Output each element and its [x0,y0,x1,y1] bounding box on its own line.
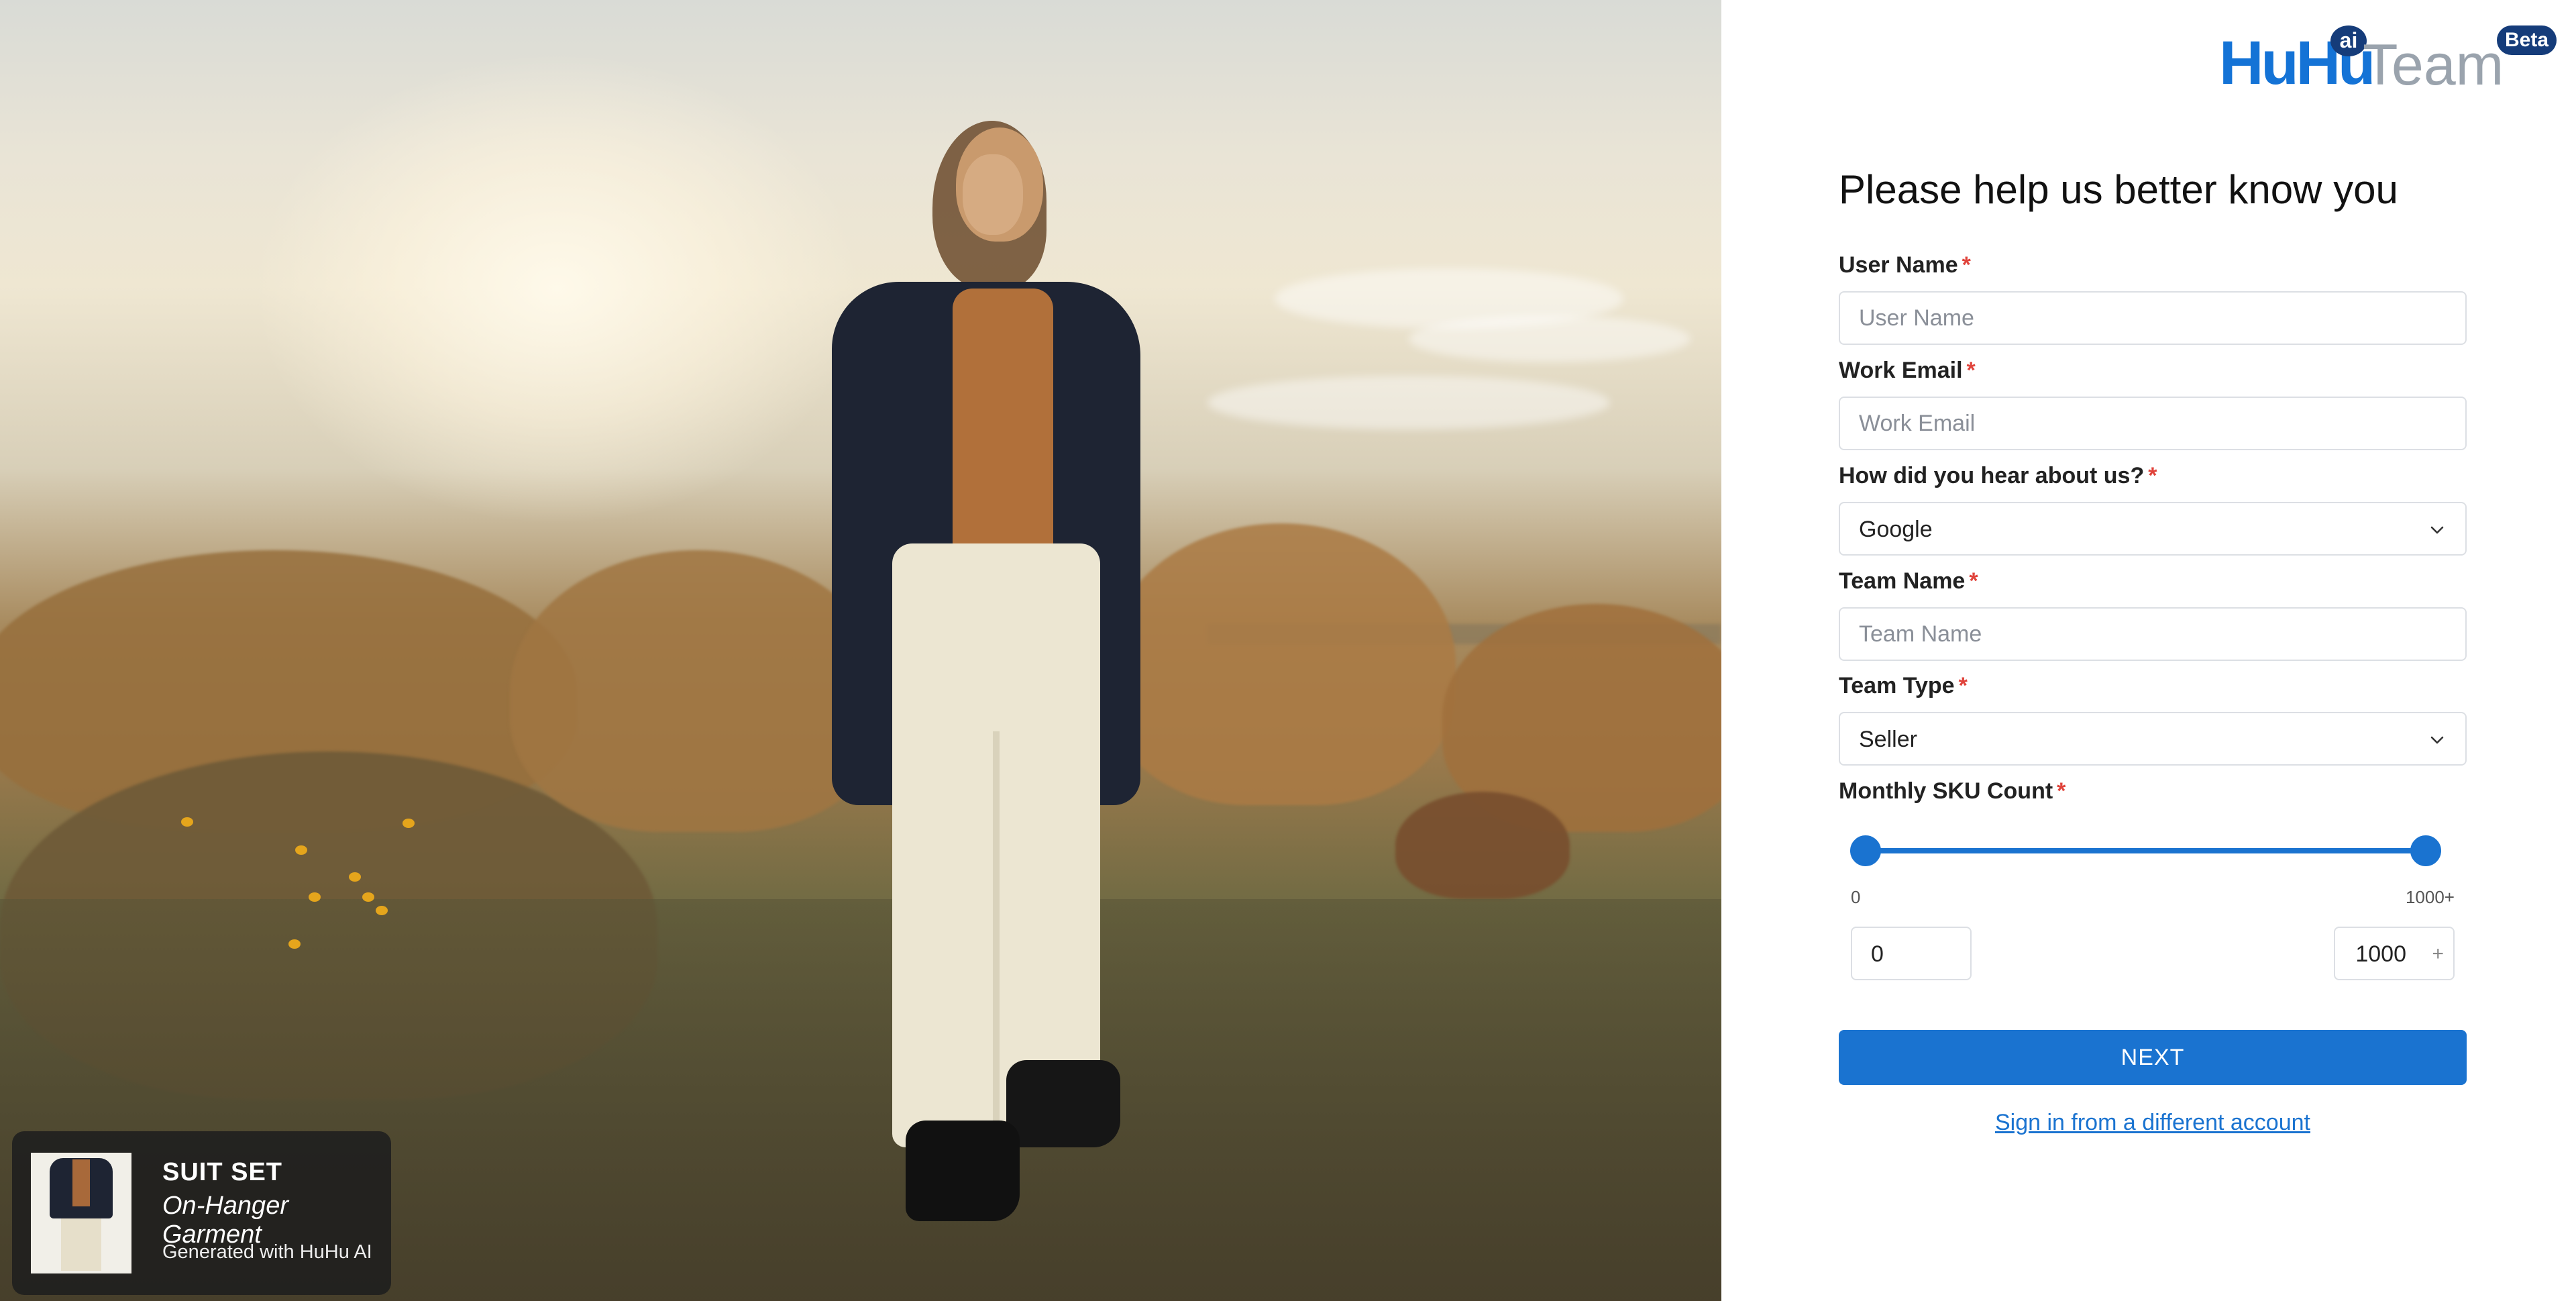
user-name-input[interactable] [1839,291,2467,345]
huhu-team-logo: HuHu ai Team Beta [2207,25,2557,97]
team-type-label: Team Type * [1839,673,1968,699]
sku-max-value: 1000 [2355,941,2406,967]
boot [906,1121,1020,1221]
required-mark: * [2148,463,2157,488]
work-email-input[interactable] [1839,397,2467,450]
hear-about-label-text: How did you hear about us? [1839,463,2145,488]
team-type-value: Seller [1859,727,1917,752]
sku-min-input[interactable]: 0 [1851,927,1972,980]
hear-about-label: How did you hear about us? * [1839,463,2157,489]
sku-min-value: 0 [1871,941,1884,967]
sku-max-input[interactable]: 1000 + [2334,927,2455,980]
required-mark: * [1969,568,1978,594]
beta-badge: Beta [2497,25,2557,55]
sign-in-different-account-link[interactable]: Sign in from a different account [1839,1110,2467,1136]
chevron-down-icon [2430,736,2444,744]
cloud [1208,376,1610,429]
logo-team: Team [2363,33,2504,97]
next-button[interactable]: NEXT [1839,1030,2467,1085]
increment-icon[interactable]: + [2432,943,2444,966]
slider-min-tick: 0 [1851,887,1861,907]
generated-caption-card: SUIT SET On-Hanger Garment Generated wit… [12,1131,391,1295]
slider-max-tick: 1000+ [2405,887,2455,907]
flower [309,892,321,902]
team-type-select[interactable]: Seller [1839,712,2467,766]
model-figure [825,121,1147,1235]
required-mark: * [1958,673,1968,698]
face [963,154,1023,235]
flower [362,892,374,902]
chevron-down-icon [2430,526,2444,534]
team-name-label-text: Team Name [1839,568,1966,594]
team-name-label: Team Name * [1839,568,1978,594]
slider-min-handle[interactable] [1850,835,1881,866]
flower [181,817,193,827]
slider-track [1866,848,2426,853]
flower [376,906,388,915]
leg-split [993,731,1000,1147]
sku-label: Monthly SKU Count * [1839,778,2065,804]
work-email-label: Work Email * [1839,358,1976,384]
hear-about-value: Google [1859,517,1933,542]
required-mark: * [2057,778,2066,804]
flower [288,939,301,949]
sku-label-text: Monthly SKU Count [1839,778,2053,804]
grass-clump [1107,523,1456,805]
grass-clump [1395,792,1570,899]
sun-glow [255,54,859,523]
garment-thumbnail [31,1153,131,1273]
form-heading: Please help us better know you [1839,167,2398,212]
required-mark: * [1962,252,1971,278]
required-mark: * [1966,358,1976,383]
user-name-label-text: User Name [1839,252,1958,278]
sku-range-slider[interactable] [1850,834,2441,868]
team-name-input[interactable] [1839,607,2467,661]
flower [349,872,361,882]
signup-panel: HuHu ai Team Beta Please help us better … [1721,0,2576,1301]
user-name-label: User Name * [1839,252,1971,278]
work-email-label-text: Work Email [1839,358,1963,383]
hear-about-select[interactable]: Google [1839,502,2467,556]
hero-image: SUIT SET On-Hanger Garment Generated wit… [0,0,1721,1301]
caption-title: SUIT SET [162,1158,283,1186]
flower [295,845,307,855]
boot [1006,1060,1120,1147]
caption-generated: Generated with HuHu AI [162,1241,372,1263]
slider-max-handle[interactable] [2410,835,2441,866]
cloud [1409,315,1690,362]
thumb-top [72,1159,90,1206]
team-type-label-text: Team Type [1839,673,1955,698]
flower [402,819,415,828]
logo-ai-badge: ai [2330,25,2367,56]
